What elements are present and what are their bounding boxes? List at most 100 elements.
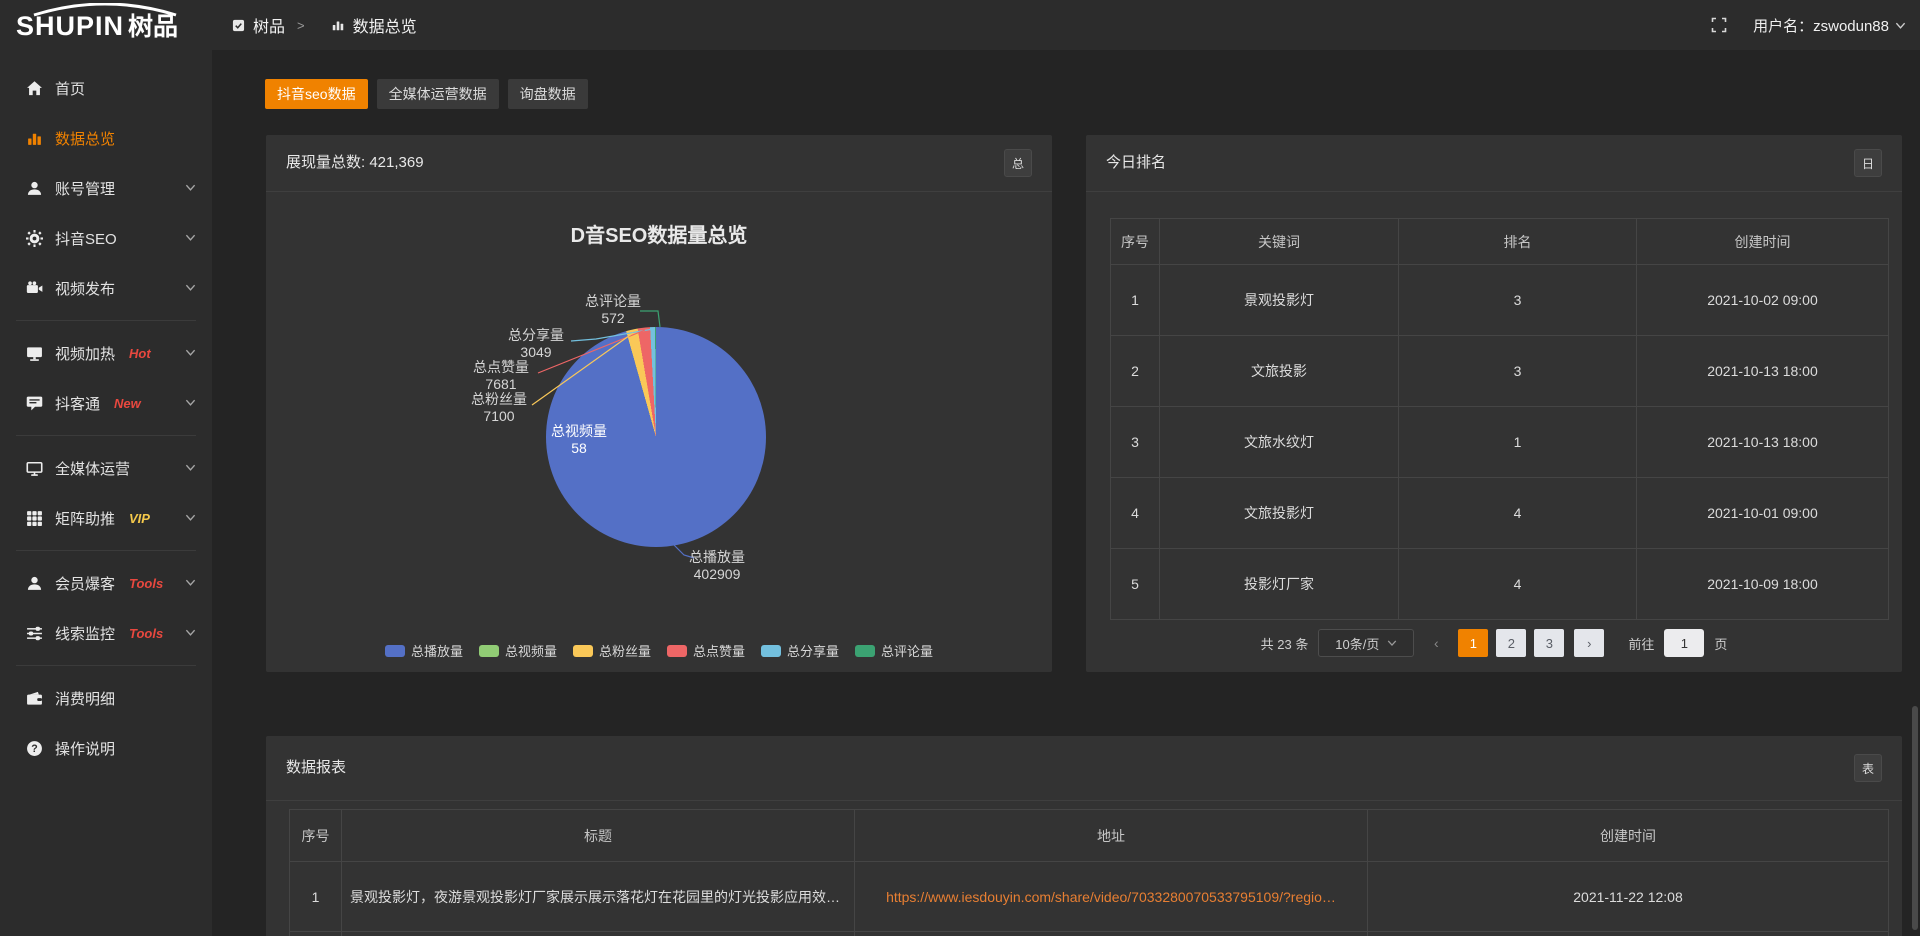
page-button-3[interactable]: 3: [1534, 629, 1564, 657]
chart-title: D音SEO数据量总览: [266, 219, 1052, 248]
table-cell: 3: [1111, 407, 1160, 478]
chevron-down-icon: [185, 397, 196, 408]
report-mode-button[interactable]: 表: [1854, 754, 1882, 782]
sidebar-item-抖音SEO[interactable]: 抖音SEO: [0, 213, 212, 263]
pie-label-comments: 总评论量572: [558, 293, 668, 327]
chevron-down-icon: [185, 232, 196, 243]
svg-text:?: ?: [31, 743, 37, 755]
table-cell: 4: [1111, 478, 1160, 549]
table-row: 2文旅投影32021-10-13 18:00: [1111, 336, 1889, 407]
legend-swatch: [667, 645, 687, 657]
table-cell: 4: [1399, 478, 1637, 549]
legend-swatch: [573, 645, 593, 657]
pie-label-fans: 总粉丝量7100: [444, 391, 554, 425]
legend-swatch: [479, 645, 499, 657]
column-header: 地址: [855, 810, 1368, 862]
user-menu[interactable]: 用户名：zswodun88: [1753, 15, 1906, 36]
sidebar-item-label: 数据总览: [55, 128, 115, 149]
table-cell: 4: [1399, 549, 1637, 620]
checkbox-icon: [232, 19, 245, 32]
legend-swatch: [855, 645, 875, 657]
legend-item-总点赞量[interactable]: 总点赞量: [667, 641, 745, 660]
heat-icon: [26, 345, 43, 362]
legend-item-总播放量[interactable]: 总播放量: [385, 641, 463, 660]
sidebar-item-首页[interactable]: 首页: [0, 63, 212, 113]
table-row: 5投影灯厂家42021-10-09 18:00: [1111, 549, 1889, 620]
index-cell: 1: [290, 862, 342, 932]
goto-page-input[interactable]: [1664, 629, 1704, 657]
sidebar-item-视频发布[interactable]: 视频发布: [0, 263, 212, 313]
badge-new: New: [114, 396, 141, 411]
ranking-mode-button[interactable]: 日: [1854, 149, 1882, 177]
sidebar-item-线索监控[interactable]: 线索监控Tools: [0, 608, 212, 658]
legend-item-总分享量[interactable]: 总分享量: [761, 641, 839, 660]
sidebar-item-消费明细[interactable]: 消费明细: [0, 673, 212, 723]
wallet-icon: [26, 690, 43, 707]
table-cell: 1: [1399, 407, 1637, 478]
pie-label-plays: 总播放量402909: [662, 549, 772, 583]
ranking-title: 今日排名: [1106, 135, 1166, 191]
video-url-link[interactable]: https://www.iesdouyin.com/share/video/70…: [855, 862, 1368, 932]
table-row: [290, 932, 1889, 936]
legend-item-总视频量[interactable]: 总视频量: [479, 641, 557, 660]
tab-抖音seo数据[interactable]: 抖音seo数据: [265, 79, 368, 109]
breadcrumb-separator: >: [297, 18, 305, 33]
question-icon: ?: [26, 740, 43, 757]
goto-label: 前往: [1628, 634, 1654, 653]
ranking-table: 序号关键词排名创建时间1景观投影灯32021-10-02 09:002文旅投影3…: [1110, 218, 1889, 620]
scrollbar-thumb[interactable]: [1912, 706, 1918, 930]
fullscreen-icon[interactable]: [1711, 17, 1727, 33]
sidebar-item-视频加热[interactable]: 视频加热 Hot: [0, 328, 212, 378]
pagination-total: 共 23 条: [1261, 634, 1309, 653]
table-cell: 文旅投影: [1160, 336, 1399, 407]
breadcrumb-root[interactable]: 树品: [253, 13, 285, 37]
report-title: 数据报表: [286, 736, 346, 800]
sidebar-item-会员爆客[interactable]: 会员爆客 Tools: [0, 558, 212, 608]
next-page-button[interactable]: ›: [1574, 629, 1604, 657]
sidebar-divider: [16, 435, 196, 436]
chevron-down-icon: [185, 577, 196, 588]
topbar: SHUPIN树品 树品 > 数据总览 用户名：zswodun88: [0, 0, 1920, 50]
sidebar-item-数据总览[interactable]: 数据总览: [0, 113, 212, 163]
overview-panel: 展现量总数: 421,369 总 D音SEO数据量总览 总评论量572 总分享量…: [266, 135, 1052, 672]
column-header: 关键词: [1160, 219, 1399, 265]
sidebar-item-操作说明[interactable]: ?操作说明: [0, 723, 212, 773]
badge-tools: Tools: [129, 626, 163, 641]
chevron-down-icon: [185, 462, 196, 473]
table-row: 3文旅水纹灯12021-10-13 18:00: [1111, 407, 1889, 478]
data-tabs: 抖音seo数据全媒体运营数据询盘数据: [265, 79, 588, 109]
table-row: 1景观投影灯32021-10-02 09:00: [1111, 265, 1889, 336]
sidebar-divider: [16, 665, 196, 666]
badge-tools: Tools: [129, 576, 163, 591]
legend-item-总评论量[interactable]: 总评论量: [855, 641, 933, 660]
badge-hot: Hot: [129, 346, 151, 361]
sidebar-item-全媒体运营[interactable]: 全媒体运营: [0, 443, 212, 493]
page-button-1[interactable]: 1: [1458, 629, 1488, 657]
table-cell: 5: [1111, 549, 1160, 620]
report-panel: 数据报表 表 序号标题地址创建时间1景观投影灯，夜游景观投影灯厂家展示展示落花灯…: [266, 736, 1902, 936]
divider: [266, 800, 1902, 801]
tab-询盘数据[interactable]: 询盘数据: [508, 79, 588, 109]
ranking-panel-header: 今日排名 日: [1086, 135, 1902, 191]
tab-全媒体运营数据[interactable]: 全媒体运营数据: [377, 79, 499, 109]
legend-item-总粉丝量[interactable]: 总粉丝量: [573, 641, 651, 660]
logo-text-cn: 树品: [128, 13, 178, 41]
pie-label-shares: 总分享量3049: [481, 327, 591, 361]
sidebar-item-账号管理[interactable]: 账号管理: [0, 163, 212, 213]
table-cell: 2021-10-13 18:00: [1637, 407, 1889, 478]
page-button-2[interactable]: 2: [1496, 629, 1526, 657]
page-size-select[interactable]: 10条/页: [1318, 629, 1414, 657]
sidebar-item-label: 消费明细: [55, 688, 115, 709]
prev-page-button[interactable]: ‹: [1424, 629, 1448, 657]
sidebar-item-抖客通[interactable]: 抖客通New: [0, 378, 212, 428]
chart-icon: [26, 130, 43, 147]
sidebar-item-label: 视频加热: [55, 343, 115, 364]
column-header: 序号: [290, 810, 342, 862]
table-cell: 景观投影灯: [1160, 265, 1399, 336]
sidebar-item-矩阵助推[interactable]: 矩阵助推VIP: [0, 493, 212, 543]
overview-total-label: 展现量总数: 421,369: [286, 135, 424, 191]
sidebar-item-label: 会员爆客: [55, 573, 115, 594]
legend-swatch: [385, 645, 405, 657]
overview-mode-button[interactable]: 总: [1004, 149, 1032, 177]
chevron-down-icon: [185, 627, 196, 638]
